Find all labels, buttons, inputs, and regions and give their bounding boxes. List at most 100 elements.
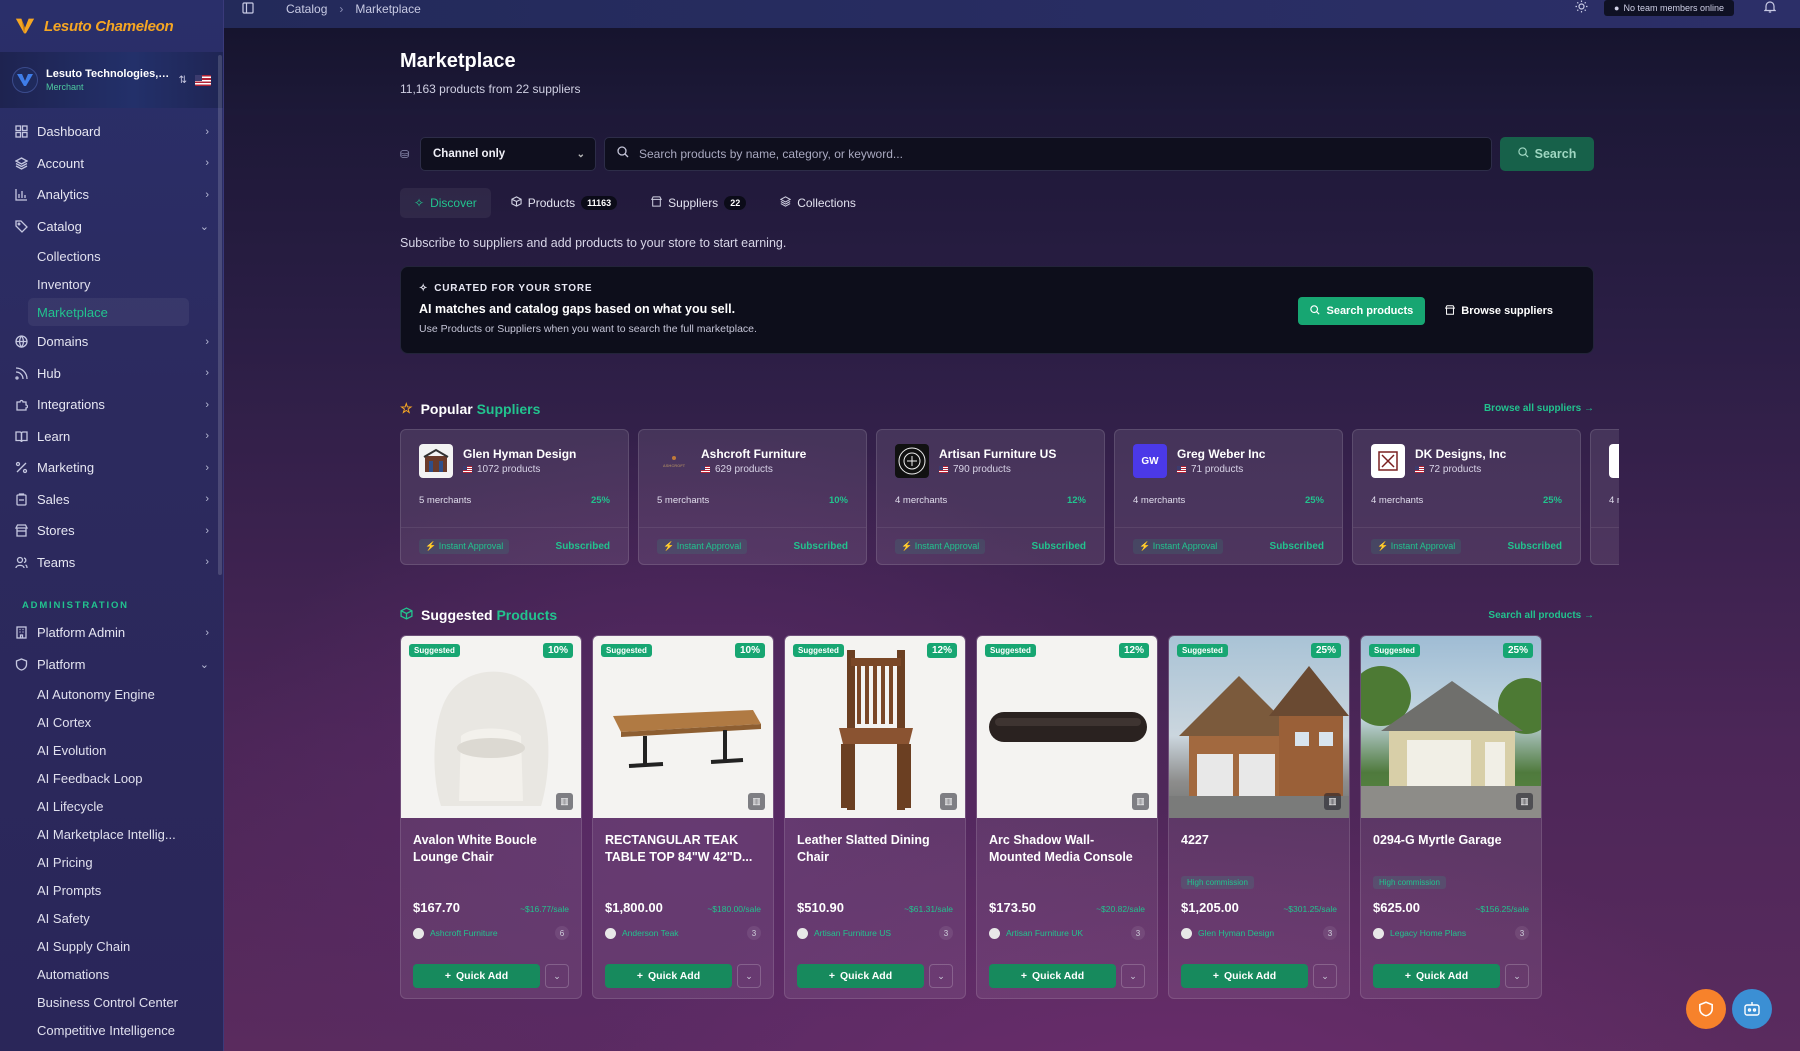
sidebar-item-learn[interactable]: Learn ›: [0, 421, 223, 453]
product-image[interactable]: Suggested 25% ▥: [1169, 636, 1349, 818]
tab-discover[interactable]: ✧ Discover: [400, 188, 491, 218]
breadcrumb-catalog[interactable]: Catalog: [286, 2, 327, 16]
sidebar-subitem-platform[interactable]: Business Control Center: [0, 988, 223, 1016]
sidebar-subitem-platform[interactable]: AI Prompts: [0, 876, 223, 904]
quick-add-button[interactable]: + Quick Add: [1181, 964, 1308, 988]
sidebar-subitem-platform[interactable]: Competitive Intelligence: [0, 1016, 223, 1044]
product-card[interactable]: Suggested 10% ▥ RECTANGULAR TEAK TABLE T…: [592, 635, 774, 999]
search-products-button[interactable]: Search products: [1298, 297, 1426, 325]
us-flag-icon[interactable]: [195, 74, 211, 86]
org-switcher[interactable]: Lesuto Technologies, I... Merchant ⇅: [0, 52, 223, 108]
sidebar-subitem-platform[interactable]: AI Pricing: [0, 848, 223, 876]
supplier-card[interactable]: GW Greg Weber Inc 71 products 4 merchant…: [1114, 429, 1343, 565]
browse-suppliers-button[interactable]: Browse suppliers: [1433, 297, 1565, 325]
product-card[interactable]: Suggested 12% ▥ Leather Slatted Dining C…: [784, 635, 966, 999]
sidebar-subitem-platform[interactable]: AI Safety: [0, 904, 223, 932]
chart-icon[interactable]: ▥: [1324, 793, 1341, 810]
quick-add-options-button[interactable]: ⌄: [1121, 964, 1145, 988]
sidebar-item-catalog[interactable]: Catalog ⌄: [0, 211, 223, 243]
product-card[interactable]: Suggested 25% ▥ 4227 High commission $1,…: [1168, 635, 1350, 999]
sidebar-subitem-platform[interactable]: AI Cortex: [0, 708, 223, 736]
search-button[interactable]: Search: [1500, 137, 1594, 171]
sidebar-item-platform-admin[interactable]: Platform Admin ›: [0, 617, 223, 649]
sidebar-item-dashboard[interactable]: Dashboard ›: [0, 116, 223, 148]
channel-select[interactable]: Channel only ⌄: [420, 137, 596, 171]
seller-link[interactable]: Anderson Teak: [605, 927, 679, 939]
sidebar-subitem-platform[interactable]: AI Supply Chain: [0, 932, 223, 960]
supplier-card[interactable]: 4 m: [1590, 429, 1619, 565]
search-all-products-link[interactable]: Search all products →: [1488, 610, 1594, 621]
quick-add-options-button[interactable]: ⌄: [929, 964, 953, 988]
sidebar-toggle-icon[interactable]: [242, 1, 254, 17]
product-card[interactable]: Suggested 12% ▥ Arc Shadow Wall-Mounted …: [976, 635, 1158, 999]
sidebar-subitem-platform[interactable]: AI Feedback Loop: [0, 764, 223, 792]
product-image[interactable]: Suggested 10% ▥: [401, 636, 581, 818]
product-name[interactable]: Avalon White Boucle Lounge Chair: [401, 818, 581, 872]
product-name[interactable]: Leather Slatted Dining Chair: [785, 818, 965, 872]
sidebar-subitem-collections[interactable]: Collections: [0, 242, 223, 270]
seller-link[interactable]: Artisan Furniture US: [797, 927, 891, 939]
sidebar-subitem-platform[interactable]: AI Marketplace Intellig...: [0, 820, 223, 848]
sidebar-item-account[interactable]: Account ›: [0, 148, 223, 180]
quick-add-button[interactable]: + Quick Add: [989, 964, 1116, 988]
team-status-pill[interactable]: ● No team members online: [1604, 0, 1734, 16]
product-image[interactable]: Suggested 10% ▥: [593, 636, 773, 818]
quick-add-button[interactable]: + Quick Add: [413, 964, 540, 988]
assistant-fab[interactable]: [1732, 989, 1772, 1029]
sidebar-subitem-platform[interactable]: AI Autonomy Engine: [0, 680, 223, 708]
chart-icon[interactable]: ▥: [1132, 793, 1149, 810]
chart-icon[interactable]: ▥: [1516, 793, 1533, 810]
product-name[interactable]: RECTANGULAR TEAK TABLE TOP 84"W 42"D...: [593, 818, 773, 872]
sidebar-item-marketing[interactable]: Marketing ›: [0, 452, 223, 484]
search-input[interactable]: [639, 147, 1491, 161]
search-field[interactable]: [604, 137, 1492, 171]
seller-link[interactable]: Legacy Home Plans: [1373, 927, 1466, 939]
sidebar-item-domains[interactable]: Domains ›: [0, 326, 223, 358]
chart-icon[interactable]: ▥: [556, 793, 573, 810]
seller-link[interactable]: Ashcroft Furniture: [413, 927, 498, 939]
quick-add-button[interactable]: + Quick Add: [605, 964, 732, 988]
seller-link[interactable]: Glen Hyman Design: [1181, 927, 1274, 939]
product-name[interactable]: 0294-G Myrtle Garage: [1361, 818, 1541, 872]
supplier-card[interactable]: Artisan Furniture US 790 products 4 merc…: [876, 429, 1105, 565]
quick-add-options-button[interactable]: ⌄: [1505, 964, 1529, 988]
quick-add-button[interactable]: + Quick Add: [1373, 964, 1500, 988]
sidebar-item-sales[interactable]: Sales ›: [0, 484, 223, 516]
subscribed-status[interactable]: Subscribed: [1270, 541, 1324, 552]
sidebar-subitem-platform[interactable]: AI Evolution: [0, 736, 223, 764]
product-card[interactable]: Suggested 10% ▥ Avalon White Boucle Loun…: [400, 635, 582, 999]
sidebar-scrollbar[interactable]: [218, 55, 222, 575]
quick-add-options-button[interactable]: ⌄: [545, 964, 569, 988]
bell-icon[interactable]: [1763, 0, 1777, 16]
sidebar-item-platform[interactable]: Platform ⌄: [0, 649, 223, 681]
browse-all-suppliers-link[interactable]: Browse all suppliers →: [1484, 403, 1594, 414]
supplier-card[interactable]: ASHCROFT Ashcroft Furniture 629 products…: [638, 429, 867, 565]
subscribed-status[interactable]: Subscribed: [1032, 541, 1086, 552]
chart-icon[interactable]: ▥: [748, 793, 765, 810]
tab-suppliers[interactable]: Suppliers 22: [637, 188, 760, 218]
seller-link[interactable]: Artisan Furniture UK: [989, 927, 1083, 939]
security-fab[interactable]: [1686, 989, 1726, 1029]
sidebar-item-stores[interactable]: Stores ›: [0, 515, 223, 547]
sidebar-item-integrations[interactable]: Integrations ›: [0, 389, 223, 421]
tab-collections[interactable]: Collections: [766, 188, 870, 218]
sidebar-subitem-inventory[interactable]: Inventory: [0, 270, 223, 298]
subscribed-status[interactable]: Subscribed: [794, 541, 848, 552]
sidebar-item-hub[interactable]: Hub ›: [0, 358, 223, 390]
sidebar-subitem-platform[interactable]: AI Lifecycle: [0, 792, 223, 820]
subscribed-status[interactable]: Subscribed: [556, 541, 610, 552]
quick-add-options-button[interactable]: ⌄: [1313, 964, 1337, 988]
product-image[interactable]: Suggested 12% ▥: [785, 636, 965, 818]
product-image[interactable]: Suggested 25% ▥: [1361, 636, 1541, 818]
sidebar-item-teams[interactable]: Teams ›: [0, 547, 223, 579]
tab-products[interactable]: Products 11163: [497, 188, 631, 218]
subscribed-status[interactable]: Subscribed: [1508, 541, 1562, 552]
product-image[interactable]: Suggested 12% ▥: [977, 636, 1157, 818]
sun-icon[interactable]: [1575, 0, 1588, 16]
quick-add-options-button[interactable]: ⌄: [737, 964, 761, 988]
sidebar-subitem-platform[interactable]: Automations: [0, 960, 223, 988]
product-name[interactable]: 4227: [1169, 818, 1349, 872]
product-name[interactable]: Arc Shadow Wall-Mounted Media Console: [977, 818, 1157, 872]
quick-add-button[interactable]: + Quick Add: [797, 964, 924, 988]
chart-icon[interactable]: ▥: [940, 793, 957, 810]
